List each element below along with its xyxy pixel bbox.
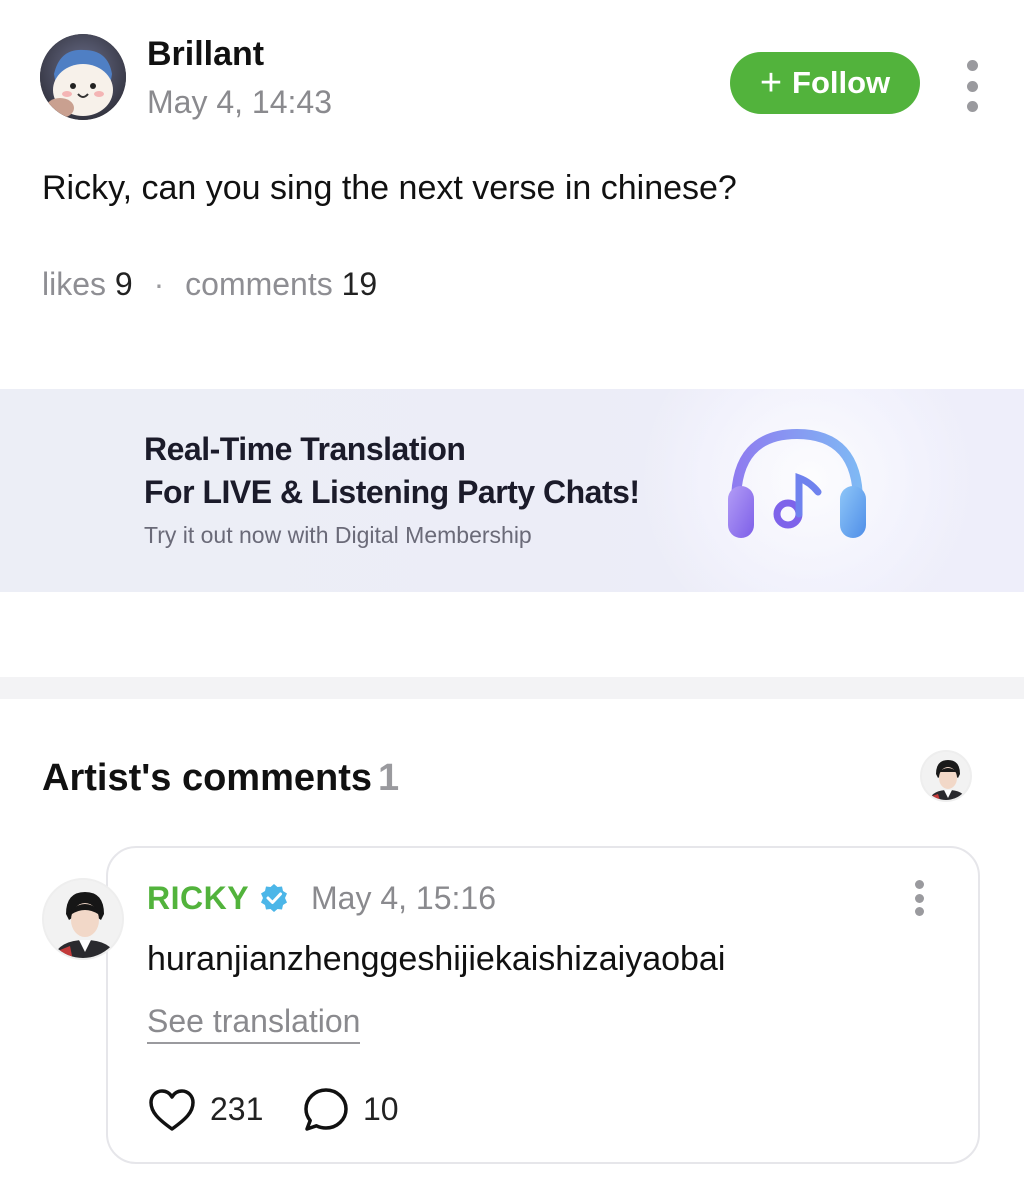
section-divider [0, 677, 1024, 699]
dot [966, 101, 978, 112]
author-avatar[interactable] [40, 34, 126, 120]
post-header: Brillant May 4, 14:43 + Follow [40, 34, 990, 124]
comment-author[interactable]: RICKY [147, 880, 249, 916]
follow-button[interactable]: + Follow [730, 52, 920, 114]
dot [966, 60, 978, 71]
banner-headline-line1: Real-Time Translation [144, 431, 466, 467]
banner-subtitle: Try it out now with Digital Membership [144, 522, 532, 548]
comments-count[interactable]: 19 [342, 266, 378, 302]
dot [914, 880, 924, 889]
stats-separator: · [153, 266, 165, 302]
comments-label: comments [185, 266, 333, 302]
post-timestamp: May 4, 14:43 [147, 84, 332, 120]
dot [914, 893, 924, 903]
comment-text: huranjianzhenggeshijiekaishizaiyaobai [147, 940, 726, 978]
comment-more-options-icon[interactable] [905, 880, 933, 916]
post-text: Ricky, can you sing the next verse in ch… [42, 169, 737, 207]
dot [914, 907, 924, 916]
author-name[interactable]: Brillant [147, 34, 264, 74]
artist-comments-count: 1 [378, 757, 400, 799]
heart-icon[interactable] [148, 1088, 196, 1132]
ricky-avatar[interactable] [42, 878, 124, 960]
likes-count[interactable]: 9 [115, 266, 133, 302]
artist-comments-title: Artist's comments 1 [42, 756, 399, 800]
likes-label: likes [42, 266, 107, 302]
comment-like-count: 231 [210, 1091, 264, 1127]
plus-icon: + [759, 62, 783, 104]
artist-avatar-small[interactable] [920, 750, 972, 802]
see-translation-link[interactable]: See translation [147, 1002, 361, 1044]
comment-reply-count: 10 [363, 1091, 399, 1127]
post-detail-page: Brillant May 4, 14:43 + Follow Ricky, ca… [0, 0, 1024, 1200]
headphones-music-icon [728, 428, 866, 538]
more-options-icon[interactable] [958, 56, 986, 116]
follow-label: Follow [792, 65, 891, 100]
banner-headline-line2: For LIVE & Listening Party Chats! [144, 474, 640, 510]
reply-bubble-icon[interactable] [302, 1086, 350, 1134]
comment-timestamp: May 4, 15:16 [311, 880, 496, 916]
verified-badge-icon [261, 884, 287, 912]
dot [966, 80, 978, 92]
artist-comments-label: Artist's comments [42, 757, 373, 799]
post-stats: likes 9 · comments 19 [42, 264, 377, 304]
